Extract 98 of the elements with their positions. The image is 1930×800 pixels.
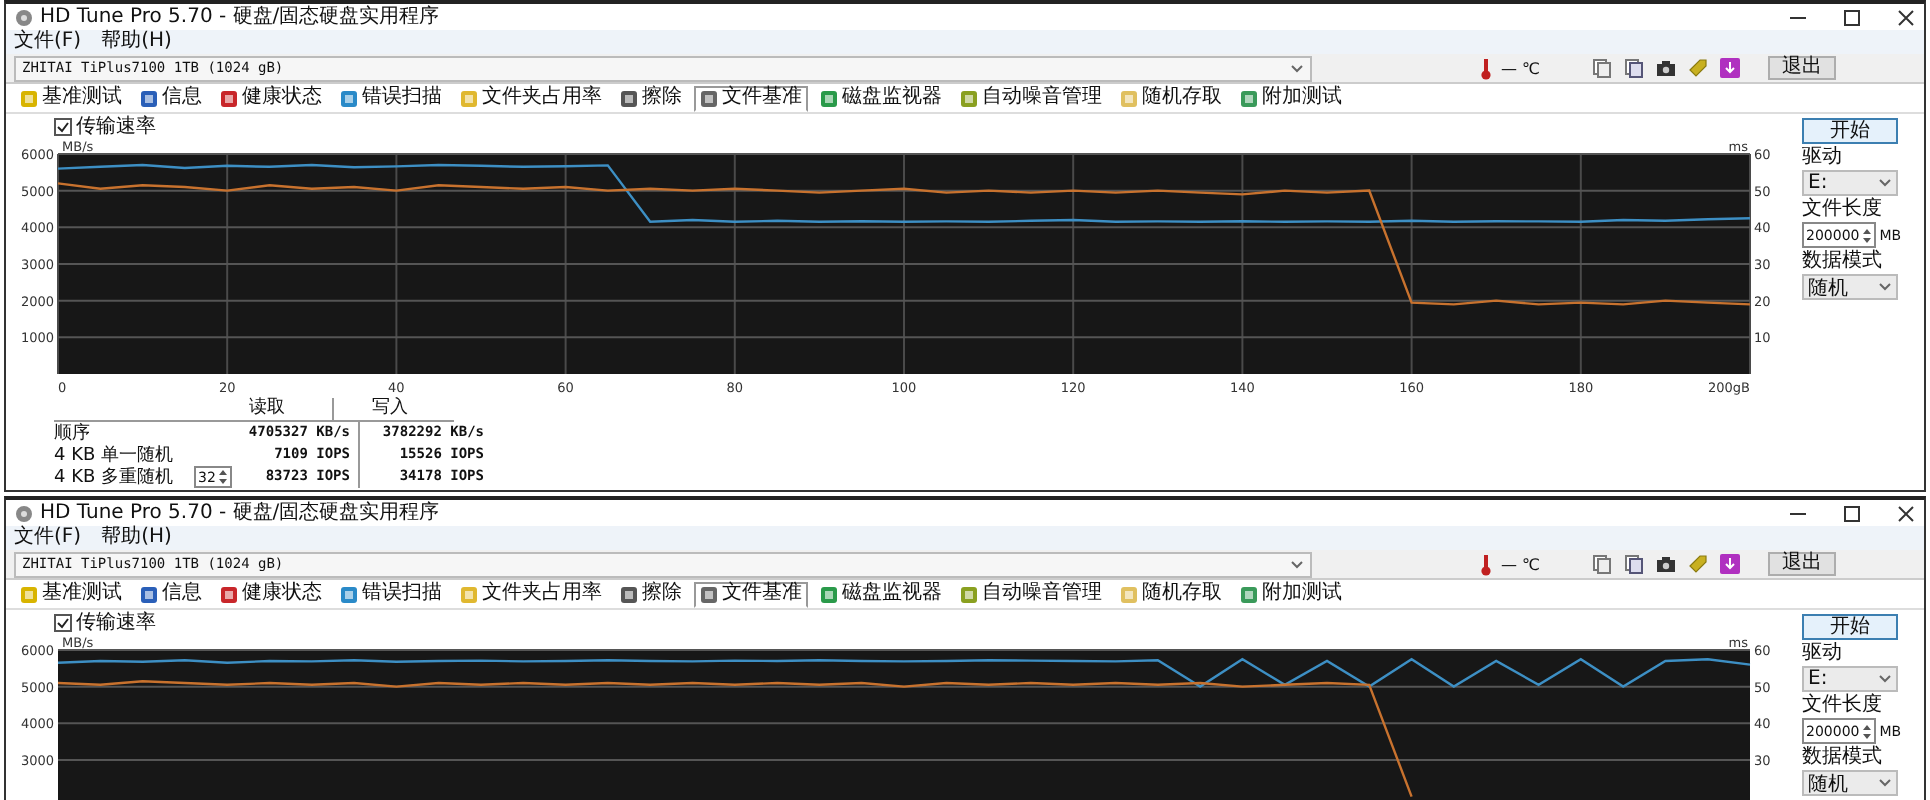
- camera-icon[interactable]: [1656, 58, 1676, 78]
- square-icon: [620, 585, 638, 603]
- field-label: 数据模式: [1802, 250, 1882, 272]
- row-label: 4 KB 单一随机: [54, 443, 176, 467]
- square-icon: [820, 89, 838, 107]
- data-mode-select[interactable]: 随机: [1802, 770, 1898, 796]
- tab[interactable]: 基准测试: [14, 85, 128, 111]
- column-header: 写入: [369, 398, 410, 420]
- menu-item[interactable]: 帮助(H): [101, 30, 172, 54]
- download-icon[interactable]: [1720, 58, 1740, 78]
- tab[interactable]: 擦除: [614, 581, 688, 607]
- caret-icon[interactable]: [1290, 63, 1305, 73]
- square-icon: [700, 89, 718, 107]
- tab[interactable]: 信息: [134, 581, 208, 607]
- square-icon: [820, 585, 838, 603]
- square-icon: [140, 585, 158, 603]
- row-label: 顺序: [54, 421, 92, 446]
- row-label: 4 KB 多重随机: [54, 465, 176, 490]
- exit-button[interactable]: 退出: [1768, 552, 1836, 576]
- column-header: 读取: [210, 398, 334, 420]
- square-icon: [960, 585, 978, 603]
- tab[interactable]: 附加测试: [1234, 85, 1348, 111]
- caret-icon[interactable]: [1290, 559, 1305, 569]
- square-icon: [340, 585, 358, 603]
- download-icon[interactable]: [1720, 554, 1740, 574]
- menu-item[interactable]: 文件(F): [14, 30, 82, 54]
- square-icon: [1240, 89, 1258, 107]
- square-icon: [140, 89, 158, 107]
- square-icon: [1240, 585, 1258, 603]
- square-icon: [20, 89, 38, 107]
- square-icon: [460, 585, 478, 603]
- caret-icon[interactable]: [1878, 778, 1892, 788]
- tab[interactable]: 错误扫描: [334, 85, 448, 111]
- field-label: 文件长度: [1802, 198, 1882, 220]
- field-label: 数据模式: [1802, 746, 1882, 768]
- temperature-reading: — ℃: [1500, 555, 1540, 573]
- tab[interactable]: 自动噪音管理: [954, 581, 1108, 607]
- window-title: HD Tune Pro 5.70 - 硬盘/固态硬盘实用程序: [40, 500, 440, 525]
- exit-button[interactable]: 退出: [1768, 56, 1836, 80]
- spinner-icon[interactable]: [217, 468, 228, 486]
- tab[interactable]: 文件基准: [694, 85, 808, 111]
- caret-icon[interactable]: [1878, 282, 1892, 292]
- field-label: 驱动: [1802, 146, 1842, 168]
- tab[interactable]: 信息: [134, 85, 208, 111]
- square-icon: [220, 89, 238, 107]
- menu-item[interactable]: 帮助(H): [101, 526, 172, 550]
- tab[interactable]: 文件基准: [694, 581, 808, 607]
- maximize-icon[interactable]: [1842, 7, 1862, 27]
- window-title: HD Tune Pro 5.70 - 硬盘/固态硬盘实用程序: [40, 4, 440, 29]
- tab[interactable]: 随机存取: [1114, 581, 1228, 607]
- caret-icon[interactable]: [1878, 674, 1892, 684]
- start-button[interactable]: 开始: [1802, 118, 1898, 144]
- camera-icon[interactable]: [1656, 554, 1676, 574]
- tab[interactable]: 健康状态: [214, 85, 328, 111]
- drive-letter-select[interactable]: E:: [1802, 666, 1898, 692]
- checkbox[interactable]: 传输速率: [54, 115, 156, 137]
- square-icon: [700, 585, 718, 603]
- tag-icon[interactable]: [1688, 58, 1708, 78]
- caret-icon[interactable]: [1878, 178, 1892, 188]
- square-icon: [1120, 89, 1138, 107]
- tab[interactable]: 文件夹占用率: [454, 581, 608, 607]
- tab[interactable]: 磁盘监视器: [814, 581, 948, 607]
- square-icon: [1120, 585, 1138, 603]
- thermometer-icon: [1480, 553, 1493, 575]
- square-icon: [220, 585, 238, 603]
- square-icon: [460, 89, 478, 107]
- tab[interactable]: 自动噪音管理: [954, 85, 1108, 111]
- drive-letter-select[interactable]: E:: [1802, 170, 1898, 196]
- square-icon: [340, 89, 358, 107]
- square-icon: [620, 89, 638, 107]
- checkbox-icon[interactable]: [54, 117, 72, 135]
- tag-icon[interactable]: [1688, 554, 1708, 574]
- tab[interactable]: 附加测试: [1234, 581, 1348, 607]
- spinner-icon[interactable]: [1861, 721, 1872, 741]
- menu-item[interactable]: 文件(F): [14, 526, 82, 550]
- square-icon: [960, 89, 978, 107]
- tab[interactable]: 错误扫描: [334, 581, 448, 607]
- thermometer-icon: [1480, 57, 1493, 79]
- temperature-reading: — ℃: [1500, 59, 1540, 77]
- spinner-icon[interactable]: [1861, 225, 1872, 245]
- data-mode-select[interactable]: 随机: [1802, 274, 1898, 300]
- maximize-icon[interactable]: [1842, 503, 1862, 523]
- square-icon: [20, 585, 38, 603]
- start-button[interactable]: 开始: [1802, 614, 1898, 640]
- tab[interactable]: 健康状态: [214, 581, 328, 607]
- disk-icon: [14, 7, 34, 27]
- field-label: 文件长度: [1802, 694, 1882, 716]
- tab[interactable]: 磁盘监视器: [814, 85, 948, 111]
- disk-icon: [14, 503, 34, 523]
- close-icon[interactable]: [1896, 503, 1916, 523]
- field-label: 驱动: [1802, 642, 1842, 664]
- tab[interactable]: 擦除: [614, 85, 688, 111]
- tab[interactable]: 文件夹占用率: [454, 85, 608, 111]
- tab[interactable]: 随机存取: [1114, 85, 1228, 111]
- tab[interactable]: 基准测试: [14, 581, 128, 607]
- checkbox[interactable]: 传输速率: [54, 611, 156, 633]
- checkbox-icon[interactable]: [54, 613, 72, 631]
- close-icon[interactable]: [1896, 7, 1916, 27]
